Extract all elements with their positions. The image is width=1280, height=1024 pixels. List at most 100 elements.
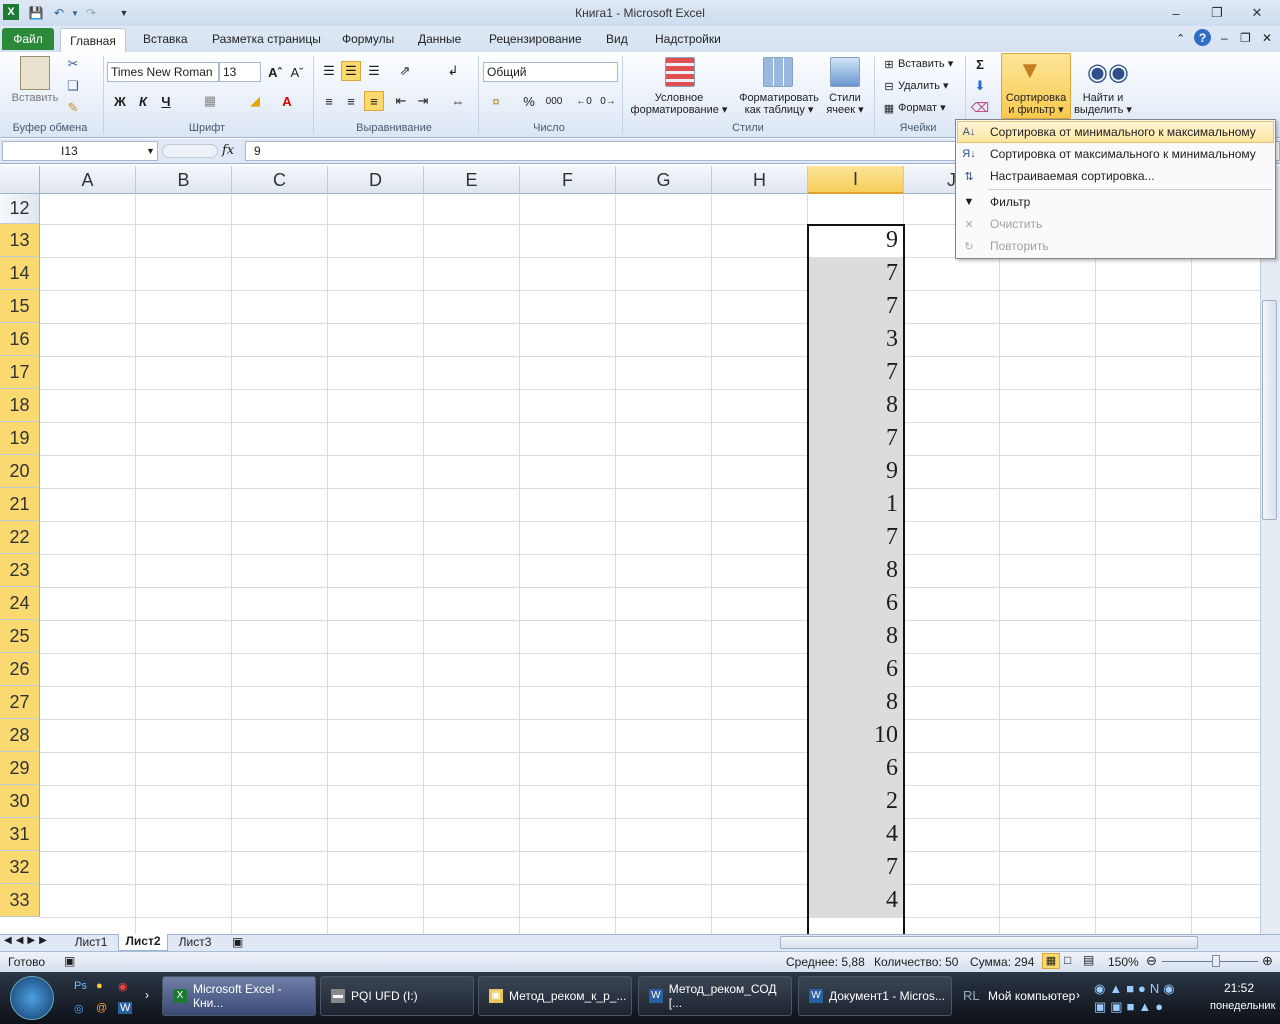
sheet-tab-1[interactable]: Лист1 <box>66 935 116 950</box>
tab-data[interactable]: Данные <box>418 32 461 46</box>
column-header-i[interactable]: I <box>808 166 904 194</box>
row-header-32[interactable]: 32 <box>0 851 40 884</box>
cell-i14[interactable]: 7 <box>808 257 904 290</box>
cell-i22[interactable]: 7 <box>808 521 904 554</box>
fill-icon[interactable]: ⬇ <box>970 76 990 96</box>
cell-styles-button[interactable]: Стили ячеек ▾ <box>822 92 868 116</box>
bold-button[interactable]: Ж <box>110 91 130 111</box>
row-header-26[interactable]: 26 <box>0 653 40 686</box>
browser-icon[interactable]: ◎ <box>74 1002 84 1015</box>
photoshop-icon[interactable]: Ps <box>74 980 87 992</box>
format-painter-icon[interactable]: ✎ <box>63 98 83 118</box>
format-cells-icon[interactable]: ▦ <box>879 98 899 118</box>
tray-arrow[interactable]: › <box>1076 988 1080 1002</box>
conditional-format-icon[interactable] <box>665 57 695 87</box>
tab-view[interactable]: Вид <box>606 32 628 46</box>
align-left-icon[interactable]: ≡ <box>319 91 339 111</box>
format-as-table-icon[interactable] <box>763 57 793 87</box>
cell-i28[interactable]: 10 <box>808 719 904 752</box>
shrink-font-icon[interactable]: Aˇ <box>287 62 307 82</box>
delete-cells-button[interactable]: Удалить ▾ <box>898 80 949 92</box>
tab-review[interactable]: Рецензирование <box>489 32 582 46</box>
horizontal-scroll-thumb[interactable] <box>780 936 1198 949</box>
row-header-12[interactable]: 12 <box>0 194 40 224</box>
cell-i15[interactable]: 7 <box>808 290 904 323</box>
cell-i24[interactable]: 6 <box>808 587 904 620</box>
taskbar-item-5[interactable]: W Документ1 - Micros... <box>798 976 952 1016</box>
taskbar-item-2[interactable]: ▬ PQI UFD (I:) <box>320 976 474 1016</box>
start-button[interactable] <box>10 976 54 1020</box>
increase-indent-icon[interactable]: ⇥ <box>413 91 433 111</box>
row-header-24[interactable]: 24 <box>0 587 40 620</box>
merge-center-icon[interactable]: ⇔ <box>448 91 468 111</box>
format-as-table-button[interactable]: Форматировать как таблицу ▾ <box>734 92 824 116</box>
doc-minimize-icon[interactable]: – <box>1221 31 1228 45</box>
zoom-out-icon[interactable]: ⊖ <box>1146 953 1157 969</box>
cut-icon[interactable]: ✂ <box>63 54 83 74</box>
row-header-18[interactable]: 18 <box>0 389 40 422</box>
page-layout-view-icon[interactable]: □ <box>1064 953 1071 967</box>
cell-i13[interactable]: 9 <box>808 224 904 257</box>
column-header-d[interactable]: D <box>328 166 424 194</box>
borders-icon[interactable]: ▦ <box>200 91 220 111</box>
pinned-app-icon[interactable]: ● <box>96 980 103 992</box>
autosum-icon[interactable]: Σ <box>970 54 990 74</box>
name-box-dropdown-icon[interactable]: ▼ <box>146 146 155 156</box>
cell-i31[interactable]: 4 <box>808 818 904 851</box>
select-all-corner[interactable] <box>0 166 40 194</box>
zoom-level[interactable]: 150% <box>1108 955 1139 969</box>
clear-icon[interactable]: ⌫ <box>970 98 990 118</box>
clock-time[interactable]: 21:52 <box>1224 981 1254 995</box>
sheet-tab-2[interactable]: Лист2 <box>118 934 168 951</box>
row-header-33[interactable]: 33 <box>0 884 40 917</box>
sheet-nav-arrows[interactable]: ◀◀▶▶ <box>4 935 51 946</box>
paste-button[interactable]: Вставить <box>6 92 64 104</box>
font-name-select[interactable]: Times New Roman <box>107 62 219 82</box>
menu-custom-sort[interactable]: Настраиваемая сортировка... <box>957 165 1274 187</box>
zoom-in-icon[interactable]: ⊕ <box>1262 953 1273 969</box>
sheet-tab-3[interactable]: Лист3 <box>170 935 220 950</box>
column-header-b[interactable]: B <box>136 166 232 194</box>
row-header-16[interactable]: 16 <box>0 323 40 356</box>
row-header-30[interactable]: 30 <box>0 785 40 818</box>
tab-formulas[interactable]: Формулы <box>342 32 394 46</box>
conditional-format-button[interactable]: Условное форматирование ▾ <box>626 92 732 116</box>
cell-i21[interactable]: 1 <box>808 488 904 521</box>
taskbar-more-arrow[interactable]: › <box>145 988 149 1002</box>
menu-sort-asc[interactable]: Сортировка от минимального к максимально… <box>957 121 1274 143</box>
cell-i29[interactable]: 6 <box>808 752 904 785</box>
insert-cells-button[interactable]: Вставить ▾ <box>898 58 953 70</box>
chrome-icon[interactable]: ◉ <box>118 980 128 993</box>
wrap-text-icon[interactable]: ↲ <box>443 61 463 81</box>
cell-i17[interactable]: 7 <box>808 356 904 389</box>
row-header-25[interactable]: 25 <box>0 620 40 653</box>
row-header-13[interactable]: 13 <box>0 224 40 257</box>
mail-icon[interactable]: @ <box>96 1002 107 1014</box>
column-header-h[interactable]: H <box>712 166 808 194</box>
taskbar-item-3[interactable]: ▣ Метод_реком_к_р_... <box>478 976 632 1016</box>
insert-cells-icon[interactable]: ⊞ <box>879 54 899 74</box>
number-format-select[interactable]: Общий <box>483 62 618 82</box>
cell-i27[interactable]: 8 <box>808 686 904 719</box>
macro-record-icon[interactable]: ▣ <box>64 954 75 968</box>
cell-i30[interactable]: 2 <box>808 785 904 818</box>
row-header-22[interactable]: 22 <box>0 521 40 554</box>
tab-insert[interactable]: Вставка <box>143 32 188 46</box>
percent-button[interactable]: % <box>519 91 539 111</box>
cell-i23[interactable]: 8 <box>808 554 904 587</box>
word-pinned-icon[interactable]: W <box>118 1002 133 1014</box>
font-color-icon[interactable]: A <box>277 91 297 111</box>
insert-function-button[interactable]: fx <box>222 143 234 158</box>
close-button[interactable]: ✕ <box>1243 3 1271 23</box>
doc-close-icon[interactable]: ✕ <box>1262 31 1272 45</box>
format-cells-button[interactable]: Формат ▾ <box>898 102 946 114</box>
row-header-29[interactable]: 29 <box>0 752 40 785</box>
page-break-view-icon[interactable]: ▤ <box>1083 953 1094 967</box>
vertical-scroll-thumb[interactable] <box>1262 300 1277 520</box>
thousands-button[interactable]: 000 <box>542 91 566 111</box>
cell-i32[interactable]: 7 <box>808 851 904 884</box>
vertical-scrollbar[interactable] <box>1260 166 1280 934</box>
row-header-23[interactable]: 23 <box>0 554 40 587</box>
binoculars-icon[interactable]: ◉◉ <box>1087 58 1129 87</box>
underline-button[interactable]: Ч <box>156 91 176 111</box>
